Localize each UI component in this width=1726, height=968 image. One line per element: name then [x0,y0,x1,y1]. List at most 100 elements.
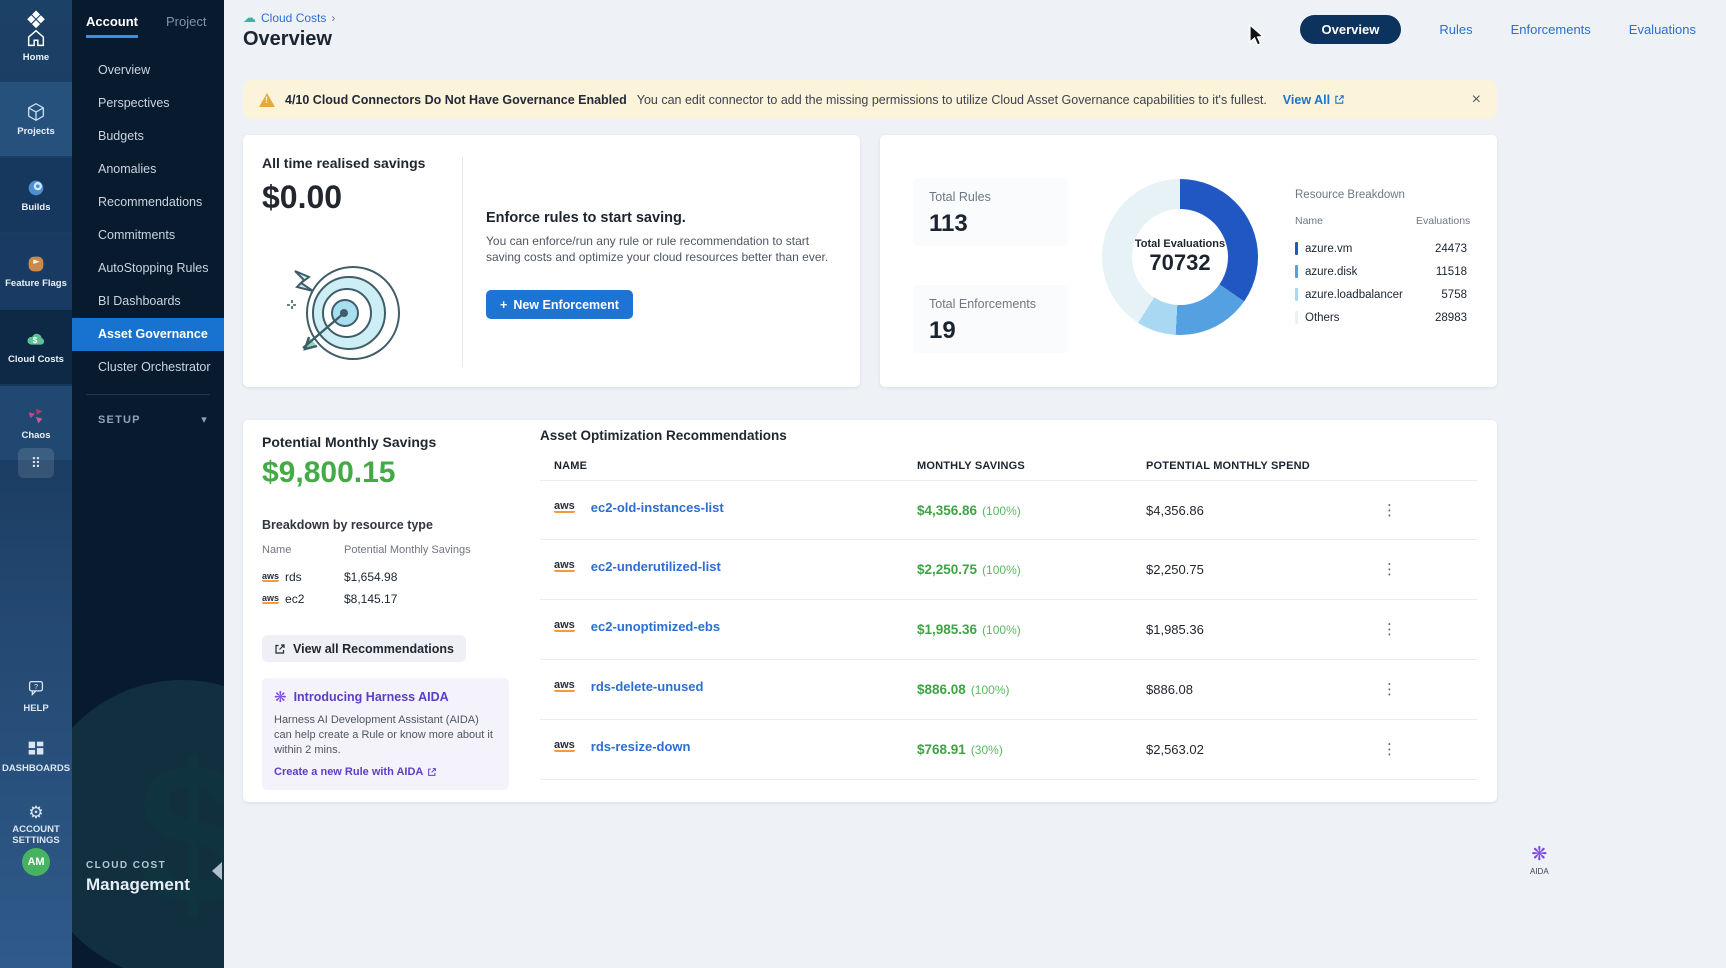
pm-savings: $1,654.98 [344,570,397,584]
aida-flower-icon: ❋ [1531,843,1547,866]
resource-breakdown-title: Resource Breakdown [1295,189,1405,201]
setup-label: SETUP [98,414,141,426]
sidebar-item-recommendations[interactable]: Recommendations [72,186,224,219]
rail-label-chaos: Chaos [21,431,50,442]
sidebar-item-overview[interactable]: Overview [72,54,224,87]
governance-warning-banner: 4/10 Cloud Connectors Do Not Have Govern… [243,80,1497,119]
rail-item-builds[interactable]: Builds [0,158,72,232]
sidebar-item-perspectives[interactable]: Perspectives [72,87,224,120]
monthly-savings-value: $768.91(30%) [917,742,1003,757]
total-rules-box: Total Rules 113 [913,178,1068,246]
recommendations-table: awsec2-old-instances-list $4,356.86(100%… [540,480,1477,780]
cloud-cost-watermark: $ [72,680,224,968]
svg-text:$: $ [33,336,38,345]
enforce-heading: Enforce rules to start saving. [486,210,686,226]
aws-icon: aws [554,679,575,692]
pm-col-name: Name [262,544,291,556]
rail-item-projects[interactable]: Projects [0,82,72,156]
aida-fab-button[interactable]: ❋ AIDA [1530,843,1549,876]
breadcrumb: ☁ Cloud Costs › [243,10,335,26]
monthly-spend-value: $2,250.75 [1146,562,1204,577]
rail-item-help[interactable]: ? HELP [0,672,72,720]
sidebar-collapse-icon[interactable] [212,862,222,880]
aida-title: Introducing Harness AIDA [294,690,449,704]
breakdown-row: azure.loadbalancer 5758 [1295,283,1467,306]
rail-item-dashboards[interactable]: DASHBOARDS [0,732,72,780]
tab-overview[interactable]: Overview [1300,15,1402,44]
sidebar-item-autostopping-rules[interactable]: AutoStopping Rules [72,252,224,285]
tab-project[interactable]: Project [166,14,206,38]
recommendation-link[interactable]: ec2-underutilized-list [591,559,721,574]
legend-swatch [1295,288,1298,301]
recommendation-link[interactable]: ec2-old-instances-list [591,500,724,515]
new-enforcement-button[interactable]: + New Enforcement [486,290,633,319]
monthly-spend-value: $2,563.02 [1146,742,1204,757]
sidebar-setup-toggle[interactable]: SETUP ▾ [72,405,224,434]
pm-savings: $8,145.17 [344,592,397,606]
external-link-icon [427,767,437,777]
close-icon[interactable]: × [1472,91,1481,109]
row-menu-icon[interactable]: ⋮ [1382,560,1397,578]
footer-line1: CLOUD COST [86,860,190,871]
tab-account[interactable]: Account [86,14,138,38]
view-all-recommendations-label: View all Recommendations [293,642,454,656]
monthly-savings-value: $886.08(100%) [917,682,1010,697]
view-all-recommendations-button[interactable]: View all Recommendations [262,635,466,662]
breakdown-value: 28983 [1435,312,1467,324]
breakdown-col-name: Name [1295,215,1323,227]
evaluations-donut[interactable]: Total Evaluations 70732 [1102,179,1258,335]
footer-line2: Management [86,875,190,895]
sidebar-item-commitments[interactable]: Commitments [72,219,224,252]
create-rule-aida-link[interactable]: Create a new Rule with AIDA [274,766,497,778]
row-menu-icon[interactable]: ⋮ [1382,740,1397,758]
pm-col-savings: Potential Monthly Savings [344,544,471,556]
recommendation-link[interactable]: rds-delete-unused [591,679,704,694]
recommendation-link[interactable]: ec2-unoptimized-ebs [591,619,720,634]
rail-label-help: HELP [23,704,48,715]
user-avatar[interactable]: AM [22,848,50,876]
rail-item-cloud-costs[interactable]: $ Cloud Costs [0,310,72,384]
sidebar-item-asset-governance[interactable]: Asset Governance [72,318,224,351]
tab-rules[interactable]: Rules [1439,22,1472,37]
row-menu-icon[interactable]: ⋮ [1382,680,1397,698]
sidebar-footer: CLOUD COST Management [86,860,190,895]
breadcrumb-cloud-costs[interactable]: Cloud Costs [261,11,326,25]
recommendation-link[interactable]: rds-resize-down [591,739,691,754]
total-rules-label: Total Rules [929,190,1052,204]
row-menu-icon[interactable]: ⋮ [1382,620,1397,638]
rail-label-feature-flags: Feature Flags [5,279,67,290]
rail-label-builds: Builds [21,203,50,214]
banner-message: You can edit connector to add the missin… [637,93,1267,107]
rail-label-cloud-costs: Cloud Costs [8,355,64,366]
card-divider [462,157,463,367]
aida-header: ❋ Introducing Harness AIDA [274,688,497,706]
tab-enforcements[interactable]: Enforcements [1511,22,1591,37]
rail-item-account-settings[interactable]: ⚙ ACCOUNT SETTINGS [0,796,72,854]
sidebar-item-bi-dashboards[interactable]: BI Dashboards [72,285,224,318]
rec-col-name: NAME [554,460,587,472]
monthly-spend-value: $1,985.36 [1146,622,1204,637]
sidebar-item-budgets[interactable]: Budgets [72,120,224,153]
rail-item-feature-flags[interactable]: Feature Flags [0,234,72,308]
view-all-label: View All [1283,93,1330,107]
external-link-icon [274,643,286,655]
module-picker-icon[interactable]: ⠿ [18,448,54,478]
aida-description: Harness AI Development Assistant (AIDA) … [274,713,497,758]
pm-row-rds: aws rds $1,654.98 [262,566,507,588]
breakdown-value: 11518 [1436,266,1467,278]
breakdown-col-evaluations: Evaluations [1416,215,1470,227]
aws-icon: aws [554,559,575,572]
sidebar-item-anomalies[interactable]: Anomalies [72,153,224,186]
aida-flower-icon: ❋ [274,688,287,706]
breakdown-name: azure.vm [1305,243,1352,255]
legend-swatch [1295,311,1298,324]
create-rule-aida-label: Create a new Rule with AIDA [274,766,423,778]
external-link-icon [1334,94,1345,105]
sidebar-item-cluster-orchestrator[interactable]: Cluster Orchestrator [72,351,224,384]
breakdown-name: azure.disk [1305,266,1357,278]
row-menu-icon[interactable]: ⋮ [1382,501,1397,519]
tab-evaluations[interactable]: Evaluations [1629,22,1696,37]
breadcrumb-separator: › [331,11,335,25]
rail-item-home[interactable]: Home [0,14,72,76]
view-all-link[interactable]: View All [1283,93,1345,107]
